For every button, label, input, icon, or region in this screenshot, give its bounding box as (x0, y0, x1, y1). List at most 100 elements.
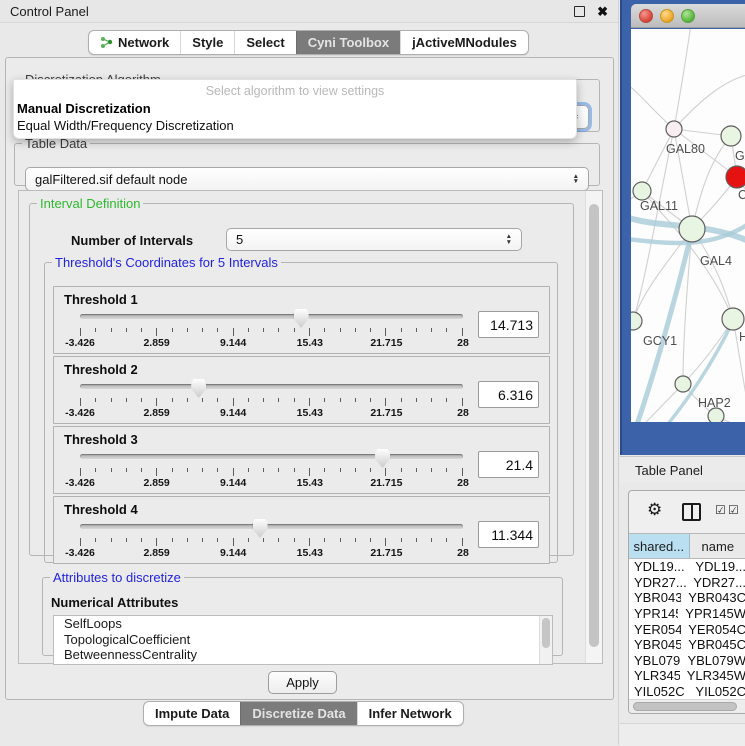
node-gcy1[interactable] (631, 312, 642, 330)
cell-shared-name[interactable]: YLR345W (629, 668, 680, 683)
table-row[interactable]: YBR043CYBR043C (629, 590, 745, 606)
zoom-traffic-light-icon[interactable] (681, 9, 695, 23)
tick-label: -3.426 (65, 477, 95, 489)
cell-shared-name[interactable]: YPR145W (629, 606, 678, 621)
table-row[interactable]: YBR045CYBR045C (629, 637, 745, 653)
gear-icon[interactable]: ⚙ (647, 500, 662, 520)
cell-shared-name[interactable]: YER054C (629, 622, 681, 637)
tick-label: 2.859 (143, 477, 169, 489)
slider-thumb[interactable] (294, 309, 309, 328)
node-selected-red[interactable] (726, 166, 745, 188)
threshold-4-value[interactable]: 11.344 (478, 521, 539, 548)
tab-network[interactable]: Network (89, 31, 180, 54)
slider-track[interactable] (80, 524, 463, 529)
table-row[interactable]: YDL19...YDL19... (629, 559, 745, 575)
network-window-titlebar[interactable] (631, 4, 745, 28)
cell-name[interactable]: YIL052C (688, 684, 745, 699)
table-row[interactable]: YER054CYER054C (629, 621, 745, 637)
threshold-2-slider[interactable]: -3.4262.8599.14415.4321.71528 (80, 378, 463, 418)
tab-infer-network[interactable]: Infer Network (357, 702, 463, 725)
group-title: Interval Definition (37, 196, 143, 211)
table-row[interactable]: YDR27...YDR27... (629, 575, 745, 591)
slider-track[interactable] (80, 384, 463, 389)
column-header-name[interactable]: name (690, 534, 745, 558)
threshold-1-slider[interactable]: -3.4262.8599.14415.4321.71528 (80, 308, 463, 348)
dropdown-option-manual[interactable]: Manual Discretization (17, 101, 576, 116)
table-panel-title: Table Panel (635, 463, 703, 478)
float-window-icon[interactable] (574, 6, 585, 17)
checkbox-icon[interactable]: ☑ (715, 503, 726, 517)
cell-shared-name[interactable]: YBL079W (629, 653, 680, 668)
control-panel-title: Control Panel (10, 4, 574, 19)
cell-name[interactable]: YPR145W (678, 606, 745, 621)
tab-impute-data[interactable]: Impute Data (144, 702, 240, 725)
tab-style[interactable]: Style (180, 31, 234, 54)
tab-select[interactable]: Select (234, 31, 295, 54)
cell-name[interactable]: YDR27... (686, 575, 745, 590)
cell-name[interactable]: YBL079W (680, 653, 745, 668)
settings-scrollbar-thumb[interactable] (589, 204, 599, 647)
table-row[interactable]: YIL052CYIL052C (629, 684, 745, 699)
split-columns-icon[interactable] (682, 503, 701, 521)
table-data-combobox[interactable]: galFiltered.sif default node ▲▼ (25, 167, 589, 191)
number-of-intervals-label: Number of Intervals (71, 233, 193, 248)
cell-shared-name[interactable]: YDL19... (629, 559, 688, 574)
threshold-4-slider[interactable]: -3.4262.8599.14415.4321.71528 (80, 518, 463, 558)
threshold-2-value[interactable]: 6.316 (478, 381, 539, 408)
column-header-shared-name[interactable]: shared... (629, 534, 690, 558)
table-panel-titlebar: Table Panel (620, 456, 745, 483)
table-row[interactable]: YLR345WYLR345W (629, 668, 745, 684)
threshold-2-panel: Threshold 2 -3.4262.8599.14415.4321.7152… (53, 356, 550, 424)
table-row[interactable]: YBL079WYBL079W (629, 653, 745, 669)
slider-ticks (80, 468, 463, 476)
node-label-gal11: GAL11 (640, 199, 678, 213)
attribute-list-item[interactable]: BetweennessCentrality (54, 647, 552, 663)
dropdown-option-equal-width[interactable]: Equal Width/Frequency Discretization (17, 118, 576, 133)
cell-shared-name[interactable]: YIL052C (629, 684, 688, 699)
cell-name[interactable]: YDL19... (688, 559, 745, 574)
apply-button[interactable]: Apply (268, 671, 337, 694)
node-partial-right[interactable] (722, 308, 744, 330)
cell-name[interactable]: YBR043C (681, 590, 745, 605)
slider-thumb[interactable] (191, 379, 206, 398)
horizontal-scrollbar[interactable] (629, 699, 745, 713)
table-row[interactable]: YPR145WYPR145W (629, 606, 745, 622)
list-scrollbar[interactable] (539, 616, 552, 664)
threshold-1-value[interactable]: 14.713 (478, 311, 539, 338)
tab-cyni-toolbox[interactable]: Cyni Toolbox (296, 31, 400, 54)
node-gal80[interactable] (666, 121, 682, 137)
numerical-attributes-list[interactable]: SelfLoopsTopologicalCoefficientBetweenne… (53, 615, 553, 665)
network-canvas[interactable]: GAL80 GA C GAL11 GAL4 GCY1 H HAP2 (631, 29, 745, 422)
attribute-list-item[interactable]: SelfLoops (54, 616, 552, 632)
tab-jactivemnodules[interactable]: jActiveMNodules (400, 31, 528, 54)
slider-thumb[interactable] (253, 519, 268, 538)
close-icon[interactable]: ✖ (597, 5, 608, 18)
node-gal11[interactable] (633, 182, 651, 200)
minimize-traffic-light-icon[interactable] (660, 9, 674, 23)
close-traffic-light-icon[interactable] (639, 9, 653, 23)
tab-label: Network (118, 35, 169, 50)
number-of-intervals-combobox[interactable]: 5 ▲▼ (226, 228, 522, 251)
cell-shared-name[interactable]: YBR045C (629, 637, 681, 652)
node-hap2[interactable] (675, 376, 691, 392)
checkbox-icon[interactable]: ☑ (728, 503, 739, 517)
horizontal-scrollbar-thumb[interactable] (633, 702, 737, 711)
attribute-list-item[interactable]: TopologicalCoefficient (54, 632, 552, 648)
cell-name[interactable]: YER054C (681, 622, 745, 637)
list-scrollbar-thumb[interactable] (542, 618, 550, 648)
network-icon (100, 36, 113, 49)
tab-discretize-data[interactable]: Discretize Data (240, 702, 356, 725)
cell-shared-name[interactable]: YDR27... (629, 575, 686, 590)
slider-thumb[interactable] (375, 449, 390, 468)
settings-scrollbar[interactable] (585, 191, 602, 663)
cell-shared-name[interactable]: YBR043C (629, 590, 681, 605)
threshold-3-value[interactable]: 21.4 (478, 451, 539, 478)
node-partial-bottom[interactable] (708, 408, 724, 422)
node-gal4[interactable] (679, 216, 705, 242)
slider-track[interactable] (80, 314, 463, 319)
node-partial-top-right[interactable] (721, 126, 741, 146)
cell-name[interactable]: YBR045C (681, 637, 745, 652)
threshold-3-slider[interactable]: -3.4262.8599.14415.4321.71528 (80, 448, 463, 488)
cell-name[interactable]: YLR345W (680, 668, 745, 683)
slider-track[interactable] (80, 454, 463, 459)
